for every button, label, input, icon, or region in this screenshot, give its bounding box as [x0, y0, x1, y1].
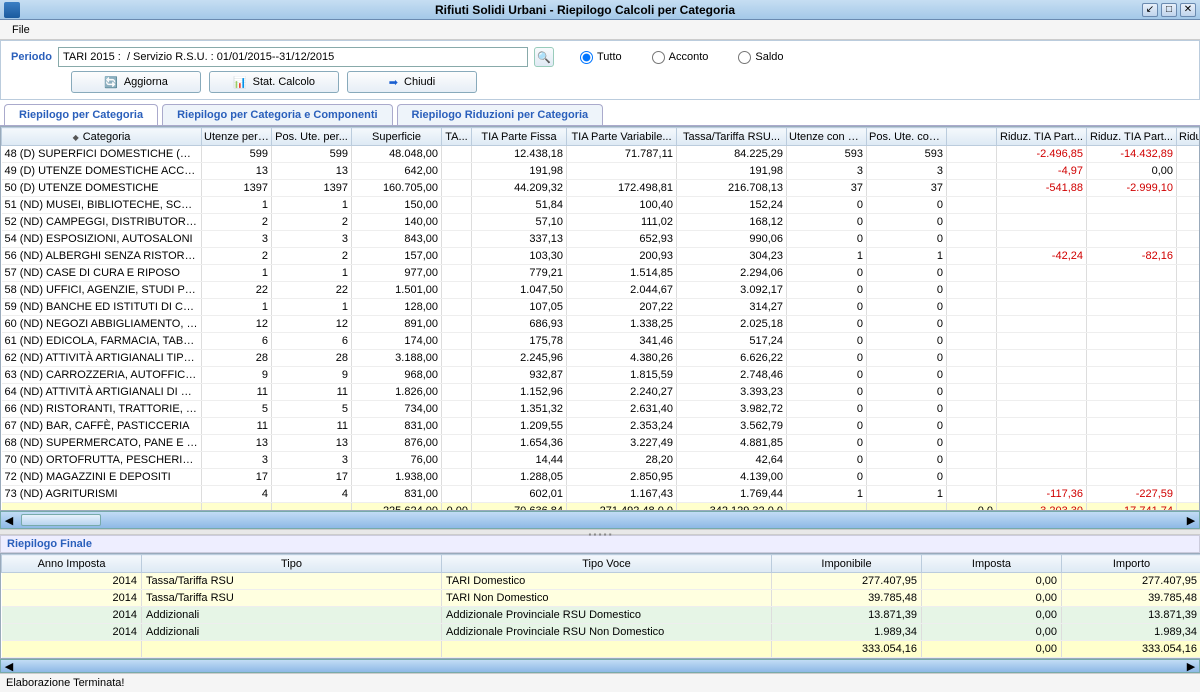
chiudi-button[interactable]: ➡Chiudi	[347, 71, 477, 93]
finale-row[interactable]: 2014AddizionaliAddizionale Provinciale R…	[2, 624, 1200, 641]
finale-scrollbar[interactable]: ◀ ▶	[0, 659, 1200, 673]
table-row[interactable]: 54 (ND) ESPOSIZIONI, AUTOSALONI33843,003…	[2, 231, 1200, 248]
sort-icon: ◆	[73, 133, 79, 142]
fcol-importo[interactable]: Importo	[1062, 555, 1200, 573]
table-row[interactable]: 66 (ND) RISTORANTI, TRATTORIE, OSTE55734…	[2, 401, 1200, 418]
radio-tutto[interactable]: Tutto	[580, 51, 622, 64]
table-row[interactable]: 72 (ND) MAGAZZINI E DEPOSITI17171.938,00…	[2, 469, 1200, 486]
aggiorna-button[interactable]: 🔄Aggiorna	[71, 71, 201, 93]
stat-calcolo-button[interactable]: 📊Stat. Calcolo	[209, 71, 339, 93]
tab-riepilogo-riduzioni[interactable]: Riepilogo Riduzioni per Categoria	[397, 104, 604, 125]
title-bar: Rifiuti Solidi Urbani - Riepilogo Calcol…	[0, 0, 1200, 20]
col-ta[interactable]: TA...	[442, 128, 472, 146]
periodo-label: Periodo	[11, 51, 52, 63]
table-row[interactable]: 59 (ND) BANCHE ED ISTITUTI DI CREDIT1112…	[2, 299, 1200, 316]
radio-saldo[interactable]: Saldo	[738, 51, 783, 64]
finale-grid: Anno Imposta Tipo Tipo Voce Imponibile I…	[0, 553, 1200, 659]
table-row[interactable]: 62 (ND) ATTIVITÀ ARTIGIANALI TIPO BO2828…	[2, 350, 1200, 367]
finale-total-row: 333.054,16 0,00 333.054,16	[2, 641, 1200, 658]
table-row[interactable]: 68 (ND) SUPERMERCATO, PANE E PASTA131387…	[2, 435, 1200, 452]
horizontal-scrollbar[interactable]: ◀ ▶	[0, 511, 1200, 529]
refresh-icon: 🔄	[104, 76, 118, 89]
fcol-voce[interactable]: Tipo Voce	[442, 555, 772, 573]
table-row[interactable]: 60 (ND) NEGOZI ABBIGLIAMENTO, CALZA12128…	[2, 316, 1200, 333]
table-row[interactable]: 63 (ND) CARROZZERIA, AUTOFFICINA, E99968…	[2, 367, 1200, 384]
fcol-tipo[interactable]: Tipo	[142, 555, 442, 573]
filter-panel: Periodo 🔍 Tutto Acconto Saldo 🔄Aggiorna …	[0, 40, 1200, 100]
scroll-left-icon[interactable]: ◀	[1, 660, 17, 673]
table-row[interactable]: 50 (D) UTENZE DOMESTICHE13971397160.705,…	[2, 180, 1200, 197]
stats-icon: 📊	[233, 76, 247, 89]
status-bar: Elaborazione Terminata!	[0, 673, 1200, 692]
menu-file[interactable]: File	[6, 22, 36, 38]
col-tia-fissa[interactable]: TIA Parte Fissa	[472, 128, 567, 146]
col-categoria[interactable]: ◆Categoria	[2, 128, 202, 146]
scroll-thumb[interactable]	[21, 514, 101, 526]
col-riduz-var[interactable]: Riduz. TIA Part...	[1087, 128, 1177, 146]
table-row[interactable]: 73 (ND) AGRITURISMI44831,00602,011.167,4…	[2, 486, 1200, 503]
col-tassa-tariffa[interactable]: Tassa/Tariffa RSU...	[677, 128, 787, 146]
table-row[interactable]: 49 (D) UTENZE DOMESTICHE ACCESSOR1313642…	[2, 163, 1200, 180]
app-icon	[4, 2, 20, 18]
col-pos-ute-per[interactable]: Pos. Ute. per...	[272, 128, 352, 146]
menu-bar: File	[0, 20, 1200, 40]
totals-row: 225.624,00 0,00 70.636,84 271.492,48 0,0…	[2, 503, 1200, 512]
table-row[interactable]: 56 (ND) ALBERGHI SENZA RISTORANTE22157,0…	[2, 248, 1200, 265]
table-row[interactable]: 57 (ND) CASE DI CURA E RIPOSO11977,00779…	[2, 265, 1200, 282]
col-pos-ute-con[interactable]: Pos. Ute. con...	[867, 128, 947, 146]
tab-riepilogo-componenti[interactable]: Riepilogo per Categoria e Componenti	[162, 104, 392, 125]
table-row[interactable]: 51 (ND) MUSEI, BIBLIOTECHE, SCUOLE,11150…	[2, 197, 1200, 214]
table-row[interactable]: 61 (ND) EDICOLA, FARMACIA, TABACCA66174,…	[2, 333, 1200, 350]
minimize-button[interactable]: ↙	[1142, 3, 1158, 17]
finale-row[interactable]: 2014Tassa/Tariffa RSUTARI Non Domestico3…	[2, 590, 1200, 607]
maximize-button[interactable]: □	[1161, 3, 1177, 17]
col-superficie[interactable]: Superficie	[352, 128, 442, 146]
grid-header-row: ◆Categoria Utenze per C... Pos. Ute. per…	[2, 128, 1200, 146]
fcol-imponibile[interactable]: Imponibile	[772, 555, 922, 573]
scroll-left-icon[interactable]: ◀	[1, 514, 17, 527]
col-riduz-fissa[interactable]: Riduz. TIA Part...	[997, 128, 1087, 146]
table-row[interactable]: 48 (D) SUPERFICI DOMESTICHE (NON RE59959…	[2, 146, 1200, 163]
col-blank[interactable]	[947, 128, 997, 146]
col-riduz-ta[interactable]: Riduz. Ta	[1177, 128, 1200, 146]
table-row[interactable]: 67 (ND) BAR, CAFFÈ, PASTICCERIA1111831,0…	[2, 418, 1200, 435]
scroll-right-icon[interactable]: ▶	[1183, 660, 1199, 673]
finale-row[interactable]: 2014AddizionaliAddizionale Provinciale R…	[2, 607, 1200, 624]
arrow-right-icon: ➡	[389, 76, 398, 89]
col-utenze-ri[interactable]: Utenze con Ri...	[787, 128, 867, 146]
col-utenze-c[interactable]: Utenze per C...	[202, 128, 272, 146]
tab-riepilogo-categoria[interactable]: Riepilogo per Categoria	[4, 104, 158, 125]
table-row[interactable]: 52 (ND) CAMPEGGI, DISTRIBUTORI CARE22140…	[2, 214, 1200, 231]
main-grid: ◆Categoria Utenze per C... Pos. Ute. per…	[0, 126, 1200, 511]
tabs: Riepilogo per Categoria Riepilogo per Ca…	[0, 100, 1200, 126]
radio-acconto[interactable]: Acconto	[652, 51, 709, 64]
table-row[interactable]: 70 (ND) ORTOFRUTTA, PESCHERIE, FIOR3376,…	[2, 452, 1200, 469]
fcol-imposta[interactable]: Imposta	[922, 555, 1062, 573]
periodo-input[interactable]	[58, 47, 528, 67]
finale-row[interactable]: 2014Tassa/Tariffa RSUTARI Domestico277.4…	[2, 573, 1200, 590]
close-window-button[interactable]: ✕	[1180, 3, 1196, 17]
table-row[interactable]: 58 (ND) UFFICI, AGENZIE, STUDI PROFE2222…	[2, 282, 1200, 299]
table-row[interactable]: 64 (ND) ATTIVITÀ ARTIGIANALI DI PROD1111…	[2, 384, 1200, 401]
fcol-anno[interactable]: Anno Imposta	[2, 555, 142, 573]
search-periodo-button[interactable]: 🔍	[534, 47, 554, 67]
window-title: Rifiuti Solidi Urbani - Riepilogo Calcol…	[28, 3, 1142, 17]
col-tia-variabile[interactable]: TIA Parte Variabile...	[567, 128, 677, 146]
scroll-right-icon[interactable]: ▶	[1183, 514, 1199, 527]
